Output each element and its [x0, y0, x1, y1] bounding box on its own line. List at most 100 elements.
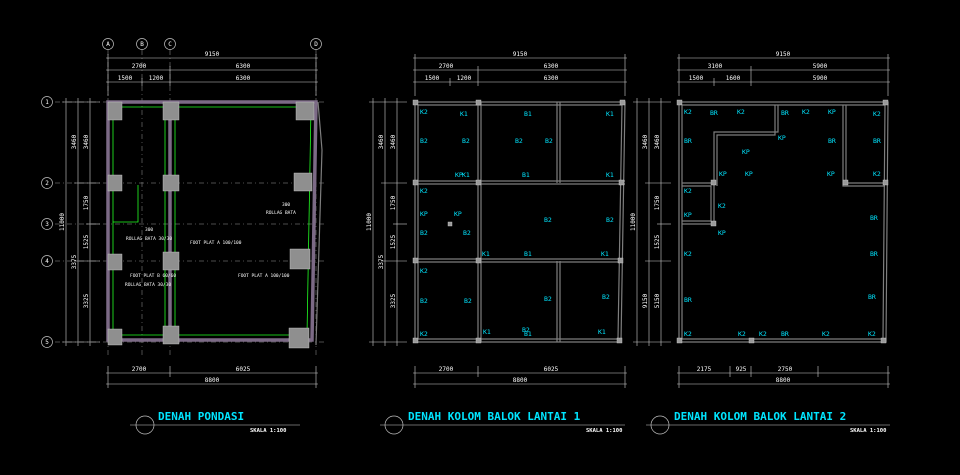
element-label: K2 — [738, 330, 746, 338]
column — [676, 99, 683, 106]
column — [880, 337, 887, 344]
element-label: BR — [684, 137, 692, 145]
footplate — [107, 174, 123, 192]
note-text: FOOT PLAT A 100/100 — [238, 273, 290, 279]
element-label: B2 — [544, 216, 552, 224]
element-label: K2 — [873, 110, 881, 118]
element-label: KP — [778, 134, 786, 142]
element-label: KP — [745, 170, 753, 178]
element-label: B2 — [544, 295, 552, 303]
element-label: K2 — [420, 108, 428, 116]
dimension-text: 2175 — [697, 366, 712, 373]
element-label: K1 — [482, 250, 490, 258]
column — [882, 99, 889, 106]
element-label: K2 — [684, 187, 692, 195]
drawing-title: DENAH PONDASI — [158, 410, 244, 423]
element-label: K2 — [684, 108, 692, 116]
panel-denah-pondasi: A B C D 1 2 3 4 5 9150 2700 6300 1500 12… — [41, 38, 325, 435]
element-label: K2 — [420, 187, 428, 195]
dimension-text: 6025 — [236, 366, 251, 373]
element-label: K1 — [606, 171, 614, 179]
column — [618, 179, 625, 186]
element-label: K1 — [483, 328, 491, 336]
drawing-scale: SKALA 1:100 — [586, 428, 622, 434]
footplate — [162, 101, 180, 121]
dimension-text: 3100 — [708, 63, 723, 70]
footplate — [293, 172, 313, 192]
panel-denah-lantai-2: 9150 3100 5900 1500 1600 5900 11000 3460… — [630, 51, 890, 435]
element-label: B1 — [524, 250, 532, 258]
element-label: BR — [684, 296, 692, 304]
dimension-text: 3460 — [642, 134, 649, 149]
element-label: B2 — [606, 216, 614, 224]
dimension-text: 2750 — [778, 366, 793, 373]
grid-label: 5 — [45, 339, 49, 346]
dimension-text: 5900 — [813, 63, 828, 70]
footplate — [162, 174, 180, 192]
element-label: B2 — [420, 137, 428, 145]
element-label: K2 — [718, 202, 726, 210]
dimension-text: 2700 — [439, 366, 454, 373]
column — [475, 99, 482, 106]
element-label: BR — [873, 137, 881, 145]
dimension-text: 3325 — [390, 293, 397, 308]
dimension-text: 11000 — [630, 213, 637, 231]
dimension-text: 9150 — [776, 51, 791, 58]
cad-drawing-canvas: A B C D 1 2 3 4 5 9150 2700 6300 1500 12… — [41, 38, 890, 435]
dimension-text: 6300 — [236, 63, 251, 70]
dimension-text: 3375 — [378, 254, 385, 269]
element-label: KP — [719, 170, 727, 178]
column — [617, 257, 624, 264]
grid-label: D — [314, 41, 318, 48]
note-text: ROLLAG BATA 30/30 — [125, 282, 171, 288]
element-label: B2 — [420, 229, 428, 237]
dimension-text: 3375 — [71, 254, 78, 269]
element-label: B1 — [522, 171, 530, 179]
dimension-text: 1200 — [149, 75, 164, 82]
column — [710, 179, 717, 186]
dimension-text: 6300 — [236, 75, 251, 82]
dimension-text: 1500 — [689, 75, 704, 82]
dimension-text: 3460 — [71, 134, 78, 149]
element-label: BR — [828, 137, 836, 145]
element-label: KP — [828, 108, 836, 116]
element-label: K1 — [462, 171, 470, 179]
dimension-text: 1750 — [654, 195, 661, 210]
element-label: B1 — [524, 110, 532, 118]
element-label: BR — [870, 214, 878, 222]
dimension-text: 1525 — [83, 234, 90, 249]
drawing-title: DENAH KOLOM BALOK LANTAI 1 — [408, 410, 581, 423]
footplate — [107, 328, 123, 346]
column — [412, 337, 419, 344]
element-label: BR — [870, 250, 878, 258]
dimension-text: 1600 — [726, 75, 741, 82]
footplate — [288, 327, 310, 349]
column — [619, 99, 626, 106]
dimension-text: 3460 — [83, 134, 90, 149]
panel-denah-lantai-1: 9150 2700 6300 1500 1200 6300 11000 3460… — [366, 51, 627, 435]
element-label: B2 — [602, 293, 610, 301]
dimension-text: 1750 — [390, 195, 397, 210]
element-label: K1 — [606, 110, 614, 118]
grid-label: 4 — [45, 258, 49, 265]
column — [475, 337, 482, 344]
column — [842, 179, 849, 186]
dimension-text: 9150 — [513, 51, 528, 58]
note-text: ROLLAG BATA — [266, 210, 296, 216]
grid-label: A — [106, 41, 110, 48]
column — [475, 179, 482, 186]
element-label: B2 — [462, 137, 470, 145]
dimension-text: 8800 — [513, 377, 528, 384]
footplate — [162, 251, 180, 271]
element-label: K2 — [873, 170, 881, 178]
column — [412, 257, 419, 264]
element-label: K2 — [420, 330, 428, 338]
dimension-text: 1200 — [457, 75, 472, 82]
element-label: K1 — [460, 110, 468, 118]
column — [412, 179, 419, 186]
dimension-text: 3460 — [654, 134, 661, 149]
element-label: KP — [718, 229, 726, 237]
dimension-text: 1525 — [390, 234, 397, 249]
element-label: K2 — [759, 330, 767, 338]
dimension-text: 1500 — [425, 75, 440, 82]
